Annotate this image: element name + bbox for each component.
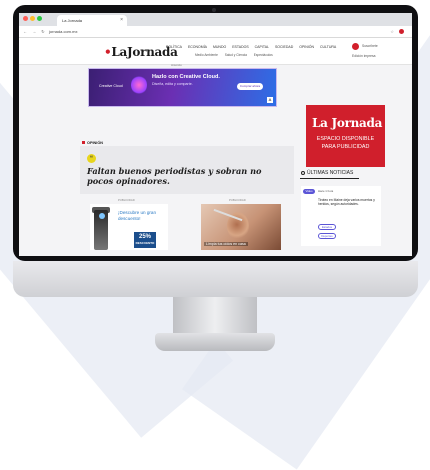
sub-menu: Medio Ambiente Salud y Ciencia Espectácu…: [195, 53, 279, 57]
menu-item[interactable]: SOCIEDAD: [275, 45, 293, 49]
ear-cleaning-ad-card[interactable]: Limpia tus oídos en casa: [201, 204, 281, 250]
address-bar: ← → ↻ jornada.com.mx ☆: [19, 26, 412, 38]
category-pill[interactable]: Deportes: [318, 233, 336, 239]
glass-graphic: [99, 213, 105, 219]
logo-text: La: [111, 45, 127, 59]
submenu-item[interactable]: Espectáculos: [254, 53, 273, 57]
submenu-item[interactable]: Medio Ambiente: [195, 53, 218, 57]
url-field[interactable]: jornada.com.mx: [49, 26, 77, 37]
clock-icon: [301, 170, 305, 175]
ad-space-promo[interactable]: La Jornada ESPACIO DISPONIBLE PARA PUBLI…: [306, 105, 385, 167]
site-header: •LaJornada POLÍTICA ECONOMÍA MUNDO ESTAD…: [19, 38, 412, 65]
menu-item[interactable]: ESTADOS: [232, 45, 248, 49]
menu-item[interactable]: OPINIÓN: [299, 45, 314, 49]
print-edition-link[interactable]: Edición impresa: [352, 54, 375, 58]
bookmark-star-icon[interactable]: ☆: [390, 26, 394, 37]
window-maximize-icon[interactable]: [37, 16, 42, 21]
section-bullet-icon: [82, 141, 85, 144]
menu-item[interactable]: POLÍTICA: [166, 45, 182, 49]
ad-subtitle: Diseña, edita y comparte.: [152, 82, 193, 86]
tab-title: La Jornada: [62, 18, 83, 23]
tab-close-icon[interactable]: ×: [120, 15, 123, 26]
latest-news-title: ÚLTIMAS NOTICIAS: [301, 170, 353, 176]
latest-timestamp: Hace 1 hora: [318, 189, 334, 193]
discount-badge: 25% DESCUENTO: [134, 232, 156, 248]
card-label: PUBLICIDAD: [229, 198, 246, 202]
discount-promo-text: ¡Descubre un gran descuento!: [118, 210, 157, 221]
opinion-card[interactable]: “ Faltan buenos periodistas y sobran no …: [80, 146, 294, 194]
menu-item[interactable]: MUNDO: [213, 45, 226, 49]
category-pill[interactable]: Estados: [318, 224, 336, 230]
tab-bar: La Jornada ×: [19, 13, 412, 26]
menu-item[interactable]: CULTURA: [320, 45, 336, 49]
submenu-item[interactable]: Salud y Ciencia: [225, 53, 247, 57]
section-label-text: OPINIÓN: [87, 141, 104, 145]
video-tag[interactable]: Video: [303, 189, 315, 194]
browser-tab[interactable]: La Jornada ×: [57, 15, 127, 26]
latest-news-title-text: ÚLTIMAS NOTICIAS: [307, 170, 354, 176]
latest-news-divider: [300, 178, 359, 179]
subscribe-link[interactable]: Suscríbete: [362, 44, 378, 48]
monitor-stand-neck: [173, 297, 257, 335]
monitor-chin: [13, 261, 418, 297]
subscribe-icon[interactable]: [352, 43, 359, 50]
discount-percent-sub: DESCUENTO: [135, 241, 155, 245]
section-label: OPINIÓN: [82, 141, 103, 145]
promo-logo: La Jornada: [312, 116, 383, 130]
ad-label: Anuncio: [171, 63, 182, 67]
promo-line-1: ESPACIO DISPONIBLE: [316, 136, 375, 142]
ad-cta-button[interactable]: Comprar ahora: [237, 83, 263, 90]
quote-icon: “: [87, 154, 96, 163]
latest-news-item[interactable]: Video Hace 1 hora Tiroteo en Maine deja …: [301, 186, 381, 246]
nav-buttons[interactable]: ← → ↻: [23, 26, 47, 37]
ad-brand: Creative Cloud: [99, 84, 123, 88]
window-close-icon[interactable]: [23, 16, 28, 21]
profile-icon[interactable]: [399, 29, 404, 34]
ad-swirl-graphic: [131, 75, 147, 95]
latest-headline[interactable]: Tiroteo en Maine deja varios muertos y h…: [318, 198, 376, 206]
discount-ad-card[interactable]: ¡Descubre un gran descuento! 25% DESCUEN…: [90, 204, 168, 250]
promo-line-2: PARA PUBLICIDAD: [321, 144, 370, 150]
camera-icon: [212, 8, 216, 12]
main-menu: POLÍTICA ECONOMÍA MUNDO ESTADOS CAPITAL …: [166, 45, 341, 49]
menu-item[interactable]: CAPITAL: [255, 45, 269, 49]
creative-cloud-ad[interactable]: Creative Cloud Hazlo con Creative Cloud.…: [88, 68, 277, 107]
menu-item[interactable]: ECONOMÍA: [188, 45, 207, 49]
ad-title: Hazlo con Creative Cloud.: [152, 74, 220, 80]
ear-ad-caption: Limpia tus oídos en casa: [204, 242, 248, 246]
monitor-stand-base: [155, 333, 275, 351]
window-minimize-icon[interactable]: [30, 16, 35, 21]
opinion-headline[interactable]: Faltan buenos periodistas y sobran no po…: [87, 166, 287, 186]
discount-percent: 25%: [138, 234, 151, 240]
card-label: PUBLICIDAD: [118, 198, 135, 202]
adobe-logo-icon: A: [267, 97, 273, 103]
